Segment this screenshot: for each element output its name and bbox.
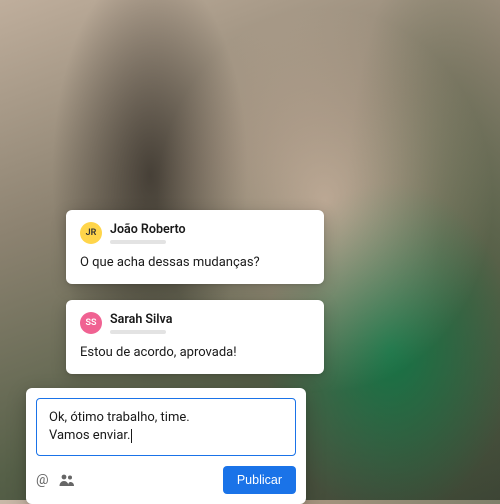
timestamp-placeholder [110,330,166,334]
timestamp-placeholder [110,240,166,244]
avatar: SS [80,312,102,334]
compose-value: Ok, ótimo trabalho, time. Vamos enviar. [49,410,190,443]
text-cursor [131,429,132,443]
comment-card: SS Sarah Silva Estou de acordo, aprovada… [66,300,324,374]
compose-card: Ok, ótimo trabalho, time. Vamos enviar. … [26,388,306,504]
comment-header: JR João Roberto [80,222,310,244]
compose-textarea[interactable]: Ok, ótimo trabalho, time. Vamos enviar. [36,398,296,456]
commenter-name: João Roberto [110,222,186,237]
people-icon[interactable] [59,473,75,487]
mention-icon[interactable]: @ [36,473,49,487]
comment-text: Estou de acordo, aprovada! [80,344,310,362]
publish-button[interactable]: Publicar [223,466,296,494]
comment-header: SS Sarah Silva [80,312,310,334]
compose-footer: @ Publicar [36,466,296,494]
avatar-initials: JR [86,228,97,238]
comment-meta: João Roberto [110,222,186,244]
avatar-initials: SS [86,318,97,328]
comment-meta: Sarah Silva [110,312,172,334]
commenter-name: Sarah Silva [110,312,172,327]
comment-text: O que acha dessas mudanças? [80,254,310,272]
compose-toolbar: @ [36,473,75,487]
avatar: JR [80,222,102,244]
comment-card: JR João Roberto O que acha dessas mudanç… [66,210,324,284]
